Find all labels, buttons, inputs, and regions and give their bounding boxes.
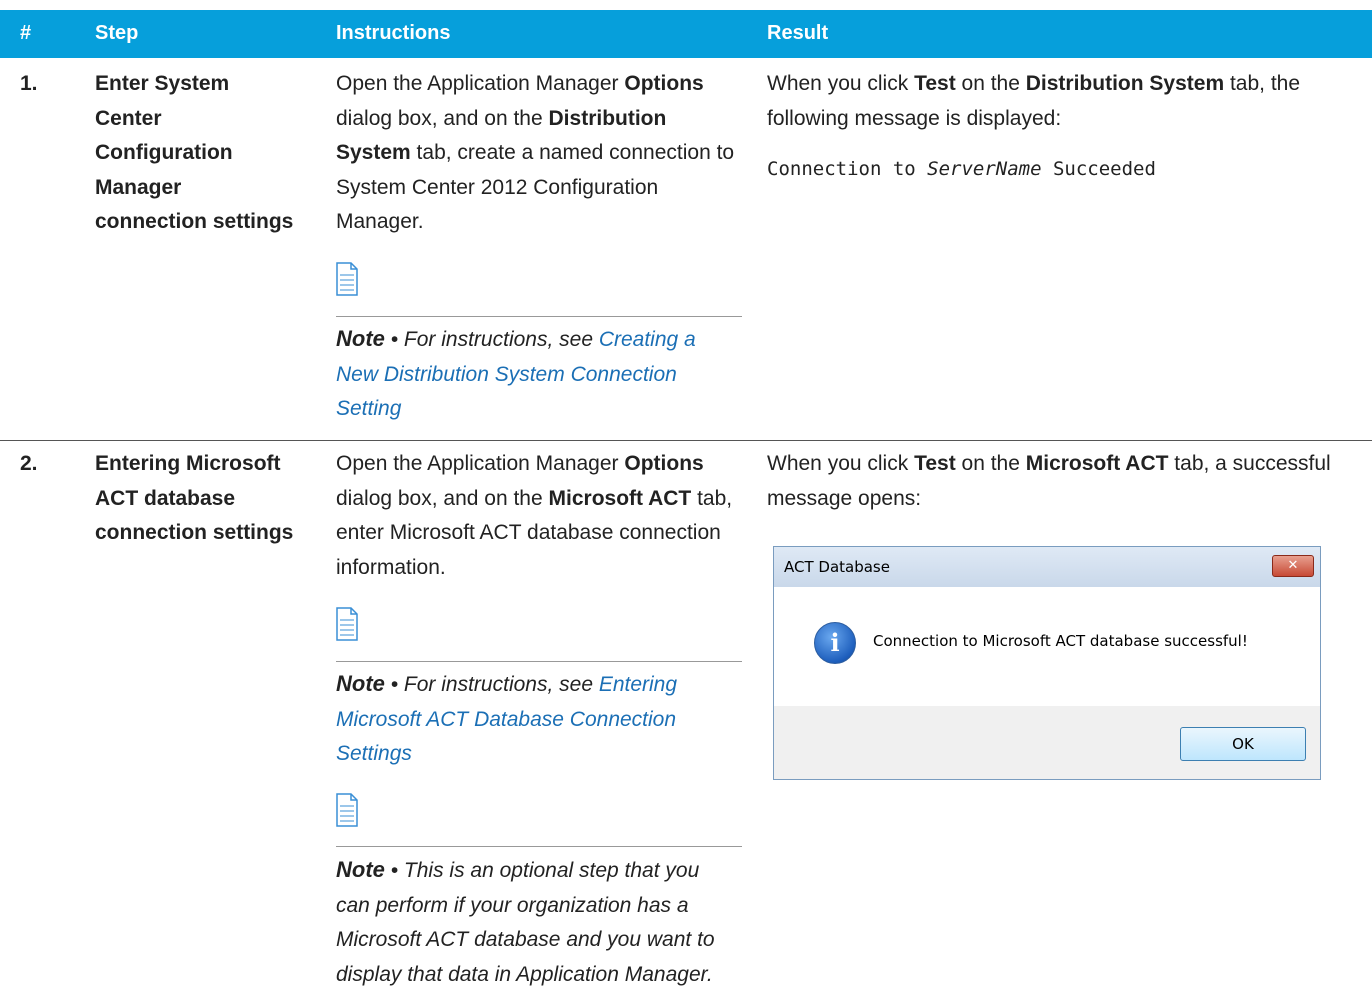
note-divider bbox=[336, 846, 742, 847]
note-icon bbox=[336, 793, 358, 827]
text: on the bbox=[955, 72, 1026, 95]
act-database-dialog: ACT Database ✕ i Connection to Microsoft… bbox=[773, 546, 1321, 780]
row2-instructions: Open the Application Manager Options dia… bbox=[336, 447, 741, 585]
text-bold: Distribution bbox=[548, 106, 667, 130]
row1-step-line: connection settings bbox=[95, 210, 294, 234]
note-icon bbox=[336, 262, 358, 296]
text: dialog box, and on the bbox=[336, 106, 549, 130]
header-instructions: Instructions bbox=[336, 22, 451, 44]
note-icon bbox=[336, 607, 358, 641]
row1-message: Connection to ServerName Succeeded bbox=[767, 152, 1156, 187]
text-bold: Test bbox=[914, 72, 956, 95]
dialog-title-bar: ACT Database ✕ bbox=[774, 547, 1320, 587]
note-label: Note bbox=[336, 326, 385, 351]
text: Open the Application Manager bbox=[336, 72, 625, 95]
text-bold: Microsoft ACT bbox=[548, 486, 692, 510]
row2-step: Entering Microsoft ACT database connecti… bbox=[95, 447, 315, 551]
row2-step-line: ACT database bbox=[95, 486, 236, 510]
row1-step: Enter System Center Configuration Manage… bbox=[95, 67, 315, 240]
text: dialog box, and on the bbox=[336, 486, 549, 510]
header-step: Step bbox=[95, 22, 139, 44]
row1-step-line: Enter System bbox=[95, 72, 230, 95]
dialog-body: i Connection to Microsoft ACT database s… bbox=[774, 587, 1320, 706]
row1-instructions: Open the Application Manager Options dia… bbox=[336, 67, 741, 240]
note-divider bbox=[336, 661, 742, 662]
text-bold: Microsoft ACT bbox=[1025, 452, 1169, 475]
note-text: For instructions, see bbox=[403, 673, 599, 696]
row1-result: When you click Test on the Distribution … bbox=[767, 67, 1357, 136]
note-divider bbox=[336, 316, 742, 317]
text: When you click bbox=[767, 452, 915, 475]
row-divider bbox=[0, 440, 1372, 441]
note-separator: • bbox=[384, 673, 404, 696]
text-bold: Options bbox=[624, 452, 704, 475]
row2-step-line: connection settings bbox=[95, 521, 294, 545]
close-icon[interactable]: ✕ bbox=[1272, 555, 1314, 577]
message-text: Succeeded bbox=[1041, 158, 1156, 180]
text: When you click bbox=[767, 72, 915, 95]
text-bold: System bbox=[336, 141, 411, 165]
dialog-title: ACT Database bbox=[784, 558, 890, 576]
message-server: ServerName bbox=[927, 158, 1042, 180]
ok-button[interactable]: OK bbox=[1180, 727, 1306, 761]
text: Open the Application Manager bbox=[336, 452, 625, 475]
text-bold: Distribution System bbox=[1025, 72, 1225, 95]
row1-number: 1. bbox=[20, 72, 38, 95]
row2-result: When you click Test on the Microsoft ACT… bbox=[767, 447, 1362, 516]
row2-note1: Note • For instructions, see Entering Mi… bbox=[336, 667, 736, 772]
row2-number: 2. bbox=[20, 452, 38, 475]
row2-step-line: Entering Microsoft bbox=[95, 452, 281, 475]
row2-note2: Note • This is an optional step that you… bbox=[336, 853, 736, 992]
row1-step-line: Configuration bbox=[95, 141, 233, 165]
note-label: Note bbox=[336, 671, 385, 696]
info-icon: i bbox=[814, 622, 856, 664]
table-header: # Step Instructions Result bbox=[0, 10, 1372, 58]
header-num: # bbox=[20, 22, 32, 44]
dialog-message: Connection to Microsoft ACT database suc… bbox=[873, 632, 1248, 650]
note-separator: • bbox=[384, 859, 404, 882]
row1-step-line: Center bbox=[95, 106, 162, 130]
row1-step-line: Manager bbox=[95, 175, 182, 199]
text-bold: Test bbox=[914, 452, 956, 475]
header-result: Result bbox=[767, 22, 829, 44]
text-bold: Options bbox=[624, 72, 704, 95]
text: on the bbox=[955, 452, 1026, 475]
note-text: For instructions, see bbox=[403, 328, 599, 351]
message-text: Connection to bbox=[767, 158, 928, 180]
row1-note: Note • For instructions, see Creating a … bbox=[336, 322, 736, 427]
note-label: Note bbox=[336, 857, 385, 882]
note-separator: • bbox=[384, 328, 404, 351]
